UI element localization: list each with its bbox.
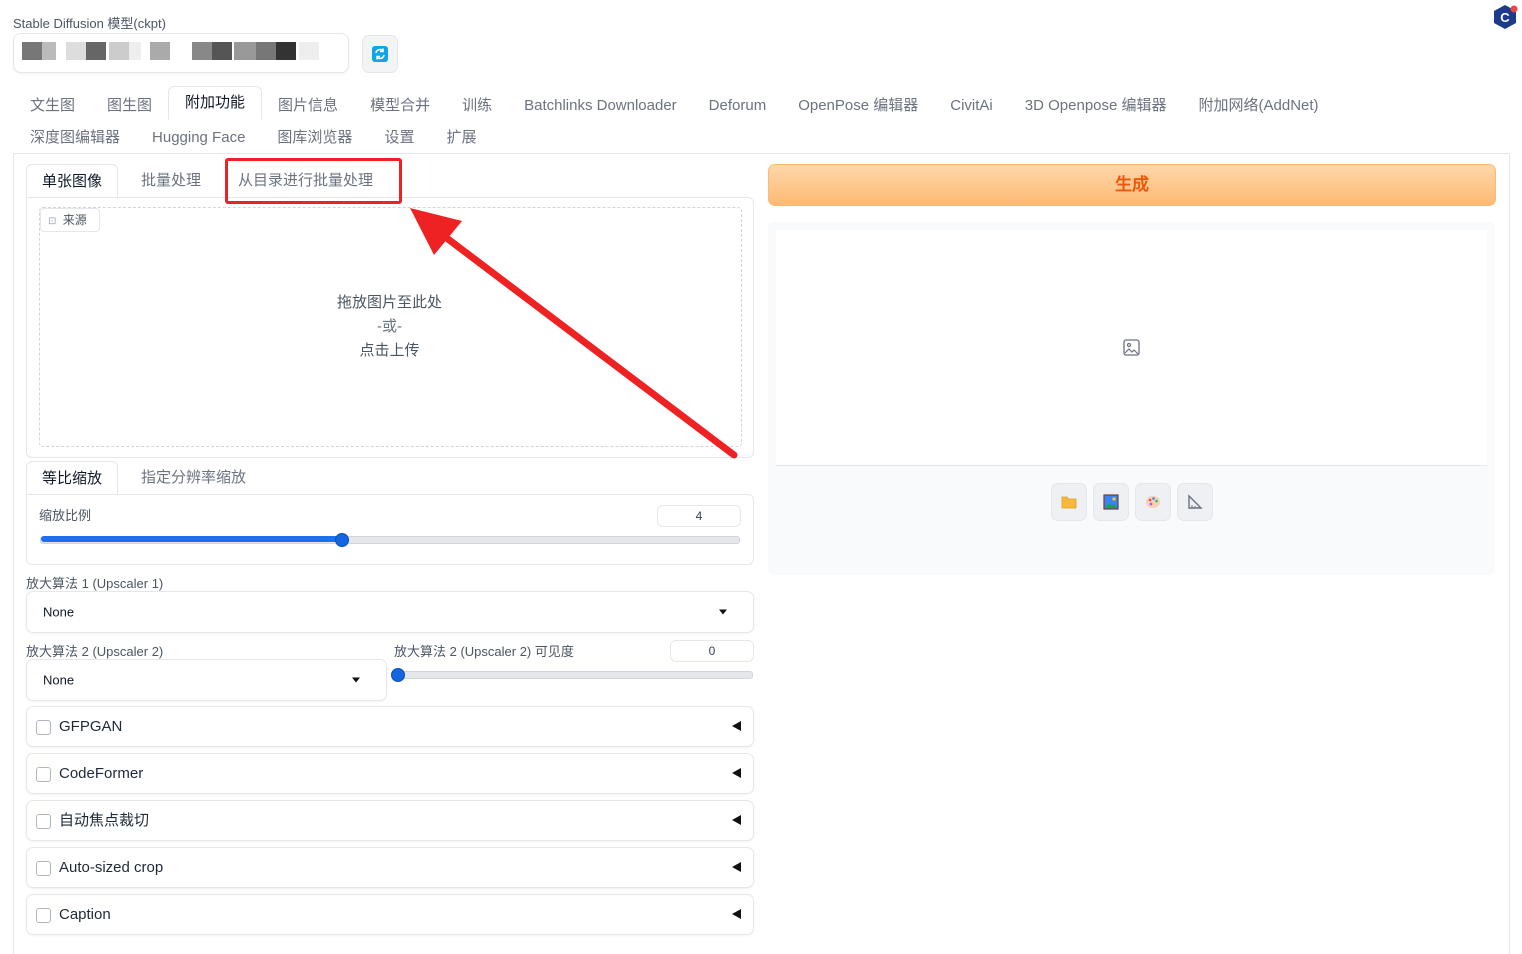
send-to-extras-button[interactable] — [1177, 483, 1213, 521]
gfpgan-accordion[interactable]: GFPGAN — [26, 706, 754, 747]
open-folder-button[interactable] — [1051, 483, 1087, 521]
scale-slider-handle[interactable] — [335, 533, 349, 547]
refresh-button[interactable] — [362, 35, 398, 73]
tab-openpose-editor[interactable]: OpenPose 编辑器 — [782, 92, 934, 120]
refresh-icon — [372, 46, 388, 62]
main-tabs-row-1: 文生图 图生图 附加功能 图片信息 模型合并 训练 Batchlinks Dow… — [14, 86, 1335, 120]
codeformer-checkbox[interactable] — [36, 767, 51, 782]
tab-depth-editor[interactable]: 深度图编辑器 — [14, 124, 136, 152]
gfpgan-label: GFPGAN — [59, 718, 123, 735]
tab-batchlinks[interactable]: Batchlinks Downloader — [508, 92, 693, 120]
chevron-down-icon — [719, 609, 727, 615]
collapse-arrow-icon[interactable] — [732, 815, 741, 825]
annotation-arrow-icon — [410, 208, 738, 459]
image-icon — [1123, 339, 1140, 356]
codeformer-accordion[interactable]: CodeFormer — [26, 753, 754, 794]
tab-batch-process[interactable]: 批量处理 — [126, 164, 216, 197]
tab-extensions[interactable]: 扩展 — [430, 124, 492, 152]
scale-slider[interactable] — [40, 533, 740, 547]
folder-icon — [1061, 496, 1077, 509]
model-select[interactable] — [13, 33, 349, 73]
tab-addnet[interactable]: 附加网络(AddNet) — [1183, 92, 1335, 120]
svg-text:C: C — [1500, 10, 1510, 25]
auto-focal-crop-label: 自动焦点裁切 — [59, 812, 150, 829]
tab-hugging-face[interactable]: Hugging Face — [136, 124, 261, 152]
send-to-inpaint-button[interactable] — [1135, 483, 1171, 521]
tab-png-info[interactable]: 图片信息 — [262, 92, 354, 120]
scale-input[interactable]: 4 — [657, 505, 741, 527]
send-to-img2img-button[interactable] — [1093, 483, 1129, 521]
caption-label: Caption — [59, 906, 111, 923]
caption-accordion[interactable]: Caption — [26, 894, 754, 935]
upscaler2-visibility-slider[interactable] — [391, 668, 753, 682]
send-to-extras-icon — [1188, 494, 1203, 509]
auto-focal-crop-accordion[interactable]: 自动焦点裁切 — [26, 800, 754, 841]
c-logo-icon[interactable]: C — [1492, 4, 1518, 35]
redacted-model-name — [22, 42, 42, 60]
codeformer-label: CodeFormer — [59, 765, 144, 782]
upscaler1-select[interactable]: None — [26, 591, 754, 633]
collapse-arrow-icon[interactable] — [732, 909, 741, 919]
send-to-img2img-icon — [1103, 494, 1119, 510]
auto-focal-crop-checkbox[interactable] — [36, 814, 51, 829]
tab-single-image[interactable]: 单张图像 — [26, 164, 119, 199]
upscaler1-label: 放大算法 1 (Upscaler 1) — [26, 576, 164, 591]
tab-civitai[interactable]: CivitAi — [934, 92, 1009, 120]
tab-gallery-browser[interactable]: 图库浏览器 — [261, 124, 368, 152]
chevron-down-icon — [352, 677, 360, 683]
auto-sized-crop-label: Auto-sized crop — [59, 859, 164, 876]
caption-checkbox[interactable] — [36, 908, 51, 923]
tab-scale-to[interactable]: 指定分辨率缩放 — [126, 461, 261, 494]
upscaler2-value: None — [43, 672, 75, 688]
tab-scale-by[interactable]: 等比缩放 — [26, 461, 119, 496]
auto-sized-crop-checkbox[interactable] — [36, 861, 51, 876]
scale-label: 缩放比例 — [39, 508, 92, 523]
tab-3d-openpose[interactable]: 3D Openpose 编辑器 — [1009, 92, 1183, 120]
upscaler2-visibility-label: 放大算法 2 (Upscaler 2) 可见度 — [394, 644, 574, 659]
collapse-arrow-icon[interactable] — [732, 721, 741, 731]
source-label: 来源 — [62, 213, 87, 227]
tab-train[interactable]: 训练 — [446, 92, 508, 120]
generate-button[interactable]: 生成 — [768, 164, 1496, 206]
upscaler2-label: 放大算法 2 (Upscaler 2) — [26, 644, 164, 659]
send-to-inpaint-icon — [1146, 496, 1160, 508]
scale-slider-fill — [41, 536, 341, 542]
tab-txt2img[interactable]: 文生图 — [14, 92, 91, 120]
annotation-highlight-box — [225, 158, 402, 204]
tab-deforum[interactable]: Deforum — [693, 92, 783, 120]
collapse-arrow-icon[interactable] — [732, 862, 741, 872]
tab-settings[interactable]: 设置 — [368, 124, 430, 152]
source-badge: ⊡ 来源 — [40, 208, 100, 232]
tab-img2img[interactable]: 图生图 — [91, 92, 168, 120]
tab-extras[interactable]: 附加功能 — [168, 86, 263, 120]
upscaler1-value: None — [43, 604, 75, 620]
collapse-arrow-icon[interactable] — [732, 768, 741, 778]
output-image-area — [776, 230, 1487, 466]
image-small-icon: ⊡ — [48, 216, 57, 227]
main-tabs-row-2: 深度图编辑器 Hugging Face 图库浏览器 设置 扩展 — [14, 124, 492, 152]
tab-checkpoint-merger[interactable]: 模型合并 — [354, 92, 446, 120]
upscaler2-select[interactable]: None — [26, 659, 387, 701]
upscaler2-visibility-input[interactable]: 0 — [670, 640, 754, 662]
scale-panel — [26, 494, 754, 565]
visibility-slider-handle[interactable] — [391, 668, 405, 682]
model-label: Stable Diffusion 模型(ckpt) — [13, 16, 166, 31]
gfpgan-checkbox[interactable] — [36, 720, 51, 735]
auto-sized-crop-accordion[interactable]: Auto-sized crop — [26, 847, 754, 888]
